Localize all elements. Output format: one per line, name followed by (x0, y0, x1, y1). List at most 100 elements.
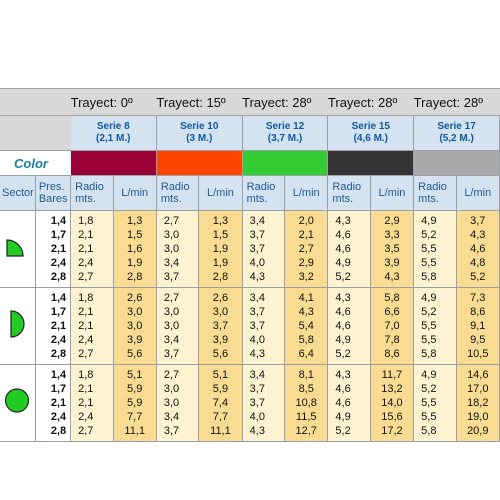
lmin-value: 19,0 (467, 411, 489, 423)
radio-value: 5,5 (421, 257, 437, 269)
radio-value: 4,9 (421, 215, 437, 227)
lmin-value: 11,1 (124, 425, 145, 437)
radio-value: 5,2 (335, 425, 351, 437)
lmin-value: 7,0 (384, 320, 400, 332)
pressure-value: 2,1 (50, 243, 67, 255)
lmin-values: 2,0 2,1 2,7 2,9 3,2 (284, 210, 329, 288)
lmin-values: 1,3 1,5 1,6 1,9 2,8 (113, 210, 157, 288)
lmin-value: 4,3 (384, 271, 400, 283)
pressure-value: 2,8 (50, 425, 67, 437)
radio-value: 3,0 (163, 229, 180, 241)
lmin-header: L/min (370, 175, 415, 211)
lmin-values: 11,7 13,2 14,0 15,6 17,2 (370, 364, 415, 442)
series-corner (0, 115, 71, 151)
radio-value: 4,6 (335, 306, 351, 318)
series-header: Serie 8 (2,1 M.) (70, 115, 157, 151)
radio-value: 2,7 (163, 215, 180, 227)
radio-values: 4,9 5,2 5,5 5,5 5,8 (413, 287, 457, 365)
radio-values: 2,7 3,0 3,0 3,4 3,7 (156, 287, 200, 365)
radio-values: 3,4 3,7 3,7 4,0 4,3 (242, 210, 286, 288)
radio-header-line2: mts. (246, 193, 268, 205)
color-swatch-cell (413, 150, 500, 176)
pressure-value: 1,4 (50, 292, 67, 304)
lmin-value: 2,9 (384, 215, 400, 227)
series-subtitle: (3,7 M.) (267, 133, 303, 144)
lmin-value: 6,4 (298, 348, 314, 360)
lmin-values: 3,7 4,3 4,6 4,8 5,2 (456, 210, 500, 288)
lmin-value: 1,3 (212, 215, 229, 227)
pressure-header-line1: Pres. (38, 181, 65, 193)
radio-value: 4,6 (335, 320, 351, 332)
radio-value: 4,3 (335, 369, 351, 381)
radio-value: 2,1 (78, 229, 94, 241)
lmin-value: 7,4 (212, 397, 229, 409)
lmin-value: 11,5 (295, 411, 317, 423)
pressure-values: 1,4 1,7 2,1 2,4 2,8 (35, 287, 72, 365)
lmin-value: 4,8 (470, 257, 486, 269)
pressure-value: 2,1 (50, 320, 67, 332)
lmin-value: 8,6 (384, 348, 400, 360)
lmin-value: 3,5 (384, 243, 400, 255)
radio-value: 4,3 (249, 348, 265, 360)
radio-value: 2,1 (78, 383, 94, 395)
lmin-value: 10,5 (467, 348, 489, 360)
color-swatch-cell (327, 150, 415, 176)
lmin-value: 4,3 (470, 229, 486, 241)
lmin-values: 8,1 8,5 10,8 11,5 12,7 (284, 364, 329, 442)
radio-header-line1: Radio (160, 181, 190, 193)
trayect-row: Trayect: 0º Trayect: 15º Trayect: 28º Traye… (0, 88, 500, 116)
pressure-value: 1,7 (50, 306, 67, 318)
radio-values: 2,7 3,0 3,0 3,4 3,7 (156, 364, 200, 442)
lmin-value: 5,4 (298, 320, 314, 332)
pressure-value: 1,4 (50, 215, 67, 227)
lmin-value: 9,5 (470, 334, 486, 346)
lmin-value: 10,8 (295, 397, 317, 409)
lmin-values: 2,6 3,0 3,7 3,9 5,6 (198, 287, 243, 365)
lmin-value: 5,1 (127, 369, 143, 381)
radio-value: 2,7 (78, 348, 94, 360)
lmin-value: 1,9 (212, 243, 229, 255)
radio-value: 1,8 (78, 292, 94, 304)
radio-value: 5,5 (421, 397, 437, 409)
lmin-header: L/min (198, 175, 243, 211)
lmin-value: 4,6 (470, 243, 486, 255)
radio-values: 4,3 4,6 4,6 4,9 5,2 (327, 210, 371, 288)
lmin-value: 1,9 (212, 257, 229, 269)
lmin-value: 14,0 (381, 397, 403, 409)
color-swatch-cell (242, 150, 329, 176)
radio-value: 3,4 (163, 411, 180, 423)
lmin-value: 18,2 (467, 397, 489, 409)
lmin-header: L/min (113, 175, 157, 211)
lmin-values: 2,9 3,3 3,5 3,9 4,3 (370, 210, 415, 288)
radio-value: 2,7 (78, 271, 94, 283)
lmin-value: 3,0 (212, 306, 229, 318)
radio-value: 5,5 (421, 243, 437, 255)
lmin-value: 3,9 (384, 257, 400, 269)
radio-value: 3,0 (163, 306, 180, 318)
series-name: Serie 8 (96, 121, 130, 132)
radio-values: 3,4 3,7 3,7 4,0 4,3 (242, 364, 286, 442)
radio-value: 4,3 (335, 215, 351, 227)
color-swatch (70, 151, 156, 175)
lmin-value: 14,6 (467, 369, 489, 381)
sector-cell (0, 364, 36, 442)
radio-value: 4,0 (249, 334, 265, 346)
radio-value: 2,1 (78, 397, 94, 409)
lmin-value: 11,1 (210, 425, 231, 437)
lmin-value: 3,0 (127, 306, 143, 318)
lmin-value: 7,7 (212, 411, 229, 423)
pressure-value: 1,7 (50, 383, 67, 395)
lmin-value: 3,7 (212, 320, 229, 332)
pressure-value: 2,8 (50, 348, 67, 360)
radio-values: 4,9 5,2 5,5 5,5 5,8 (413, 210, 457, 288)
radio-value: 3,7 (249, 320, 265, 332)
pressure-value: 2,4 (50, 411, 67, 423)
radio-header-line2: mts. (160, 193, 182, 205)
radio-header: Radio mts. (327, 175, 371, 211)
radio-value: 4,9 (335, 257, 351, 269)
radio-value: 3,0 (163, 397, 180, 409)
lmin-values: 5,8 6,6 7,0 7,8 8,6 (370, 287, 415, 365)
series-header: Serie 17 (5,2 M.) (413, 115, 500, 151)
sector-cell (0, 287, 36, 365)
series-row: Serie 8 (2,1 M.) Serie 10 (3 M.) Serie 12 (3,… (0, 115, 500, 151)
